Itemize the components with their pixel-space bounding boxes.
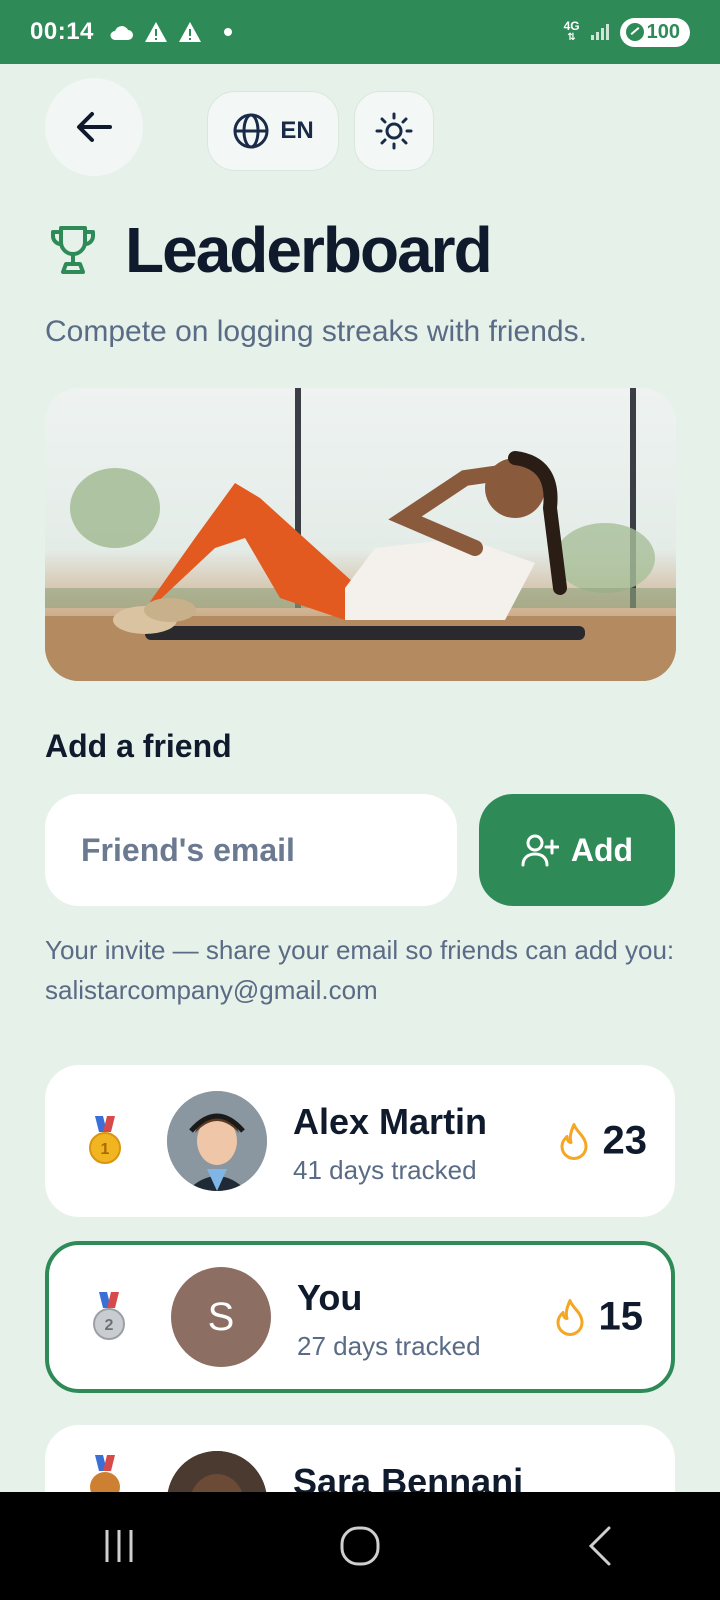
streak-count: 15 (555, 1295, 643, 1340)
status-notification-icons (108, 21, 236, 43)
flame-icon (556, 1298, 583, 1336)
sun-icon (375, 112, 413, 150)
player-name: You (297, 1277, 363, 1318)
avatar (167, 1091, 267, 1191)
leaderboard-row-current-user[interactable]: 2 S You 27 days tracked 15 (45, 1241, 675, 1393)
battery-saver-icon (625, 23, 644, 41)
warning-icon (144, 22, 167, 42)
invite-text: Your invite — share your email so friend… (45, 935, 675, 1005)
arrow-left-icon (77, 112, 112, 142)
status-bar: 00:14 4G ⇅ 100 (0, 0, 720, 64)
status-time: 00:14 (30, 18, 94, 45)
user-plus-icon (521, 834, 559, 867)
days-tracked: 41 days tracked (293, 1155, 477, 1185)
network-type: 4G ⇅ (563, 19, 580, 43)
leaderboard-row[interactable]: 1 Alex Martin 41 days tracked 23 (45, 1065, 675, 1217)
status-system-icons: 4G ⇅ 100 (563, 17, 690, 47)
dot-icon (223, 28, 232, 36)
trophy-icon (51, 226, 95, 274)
flame-icon (560, 1122, 587, 1160)
friend-email-input[interactable] (45, 794, 457, 906)
gold-medal-icon: 1 (89, 1116, 121, 1164)
system-navigation-bar (0, 1492, 720, 1600)
page-subtitle: Compete on logging streaks with friends. (45, 315, 587, 348)
globe-icon (233, 113, 269, 149)
add-friend-title: Add a friend (45, 728, 232, 764)
svg-text:2: 2 (105, 1317, 114, 1334)
cloud-icon (110, 26, 133, 40)
language-button[interactable]: EN (207, 91, 339, 171)
workout-illustration (45, 388, 676, 681)
streak-count: 23 (559, 1119, 647, 1164)
home-icon[interactable] (338, 1524, 382, 1568)
hero-image (45, 388, 676, 681)
battery-indicator: 100 (619, 17, 690, 47)
signal-icon (590, 24, 609, 40)
recent-apps-icon[interactable] (99, 1526, 139, 1566)
page-title: Leaderboard (125, 214, 493, 286)
back-nav-icon[interactable] (581, 1524, 621, 1568)
language-label: EN (280, 117, 314, 144)
add-button-label: Add (570, 831, 634, 868)
warning-icon (178, 22, 201, 42)
page-title-row: Leaderboard (45, 210, 493, 290)
theme-toggle-button[interactable] (354, 91, 434, 171)
svg-text:1: 1 (101, 1141, 110, 1158)
player-name: Alex Martin (293, 1101, 488, 1142)
silver-medal-icon: 2 (93, 1292, 125, 1340)
add-friend-button[interactable]: Add (479, 794, 675, 906)
days-tracked: 27 days tracked (297, 1331, 481, 1361)
back-button[interactable] (45, 78, 143, 176)
avatar: S (171, 1267, 271, 1367)
